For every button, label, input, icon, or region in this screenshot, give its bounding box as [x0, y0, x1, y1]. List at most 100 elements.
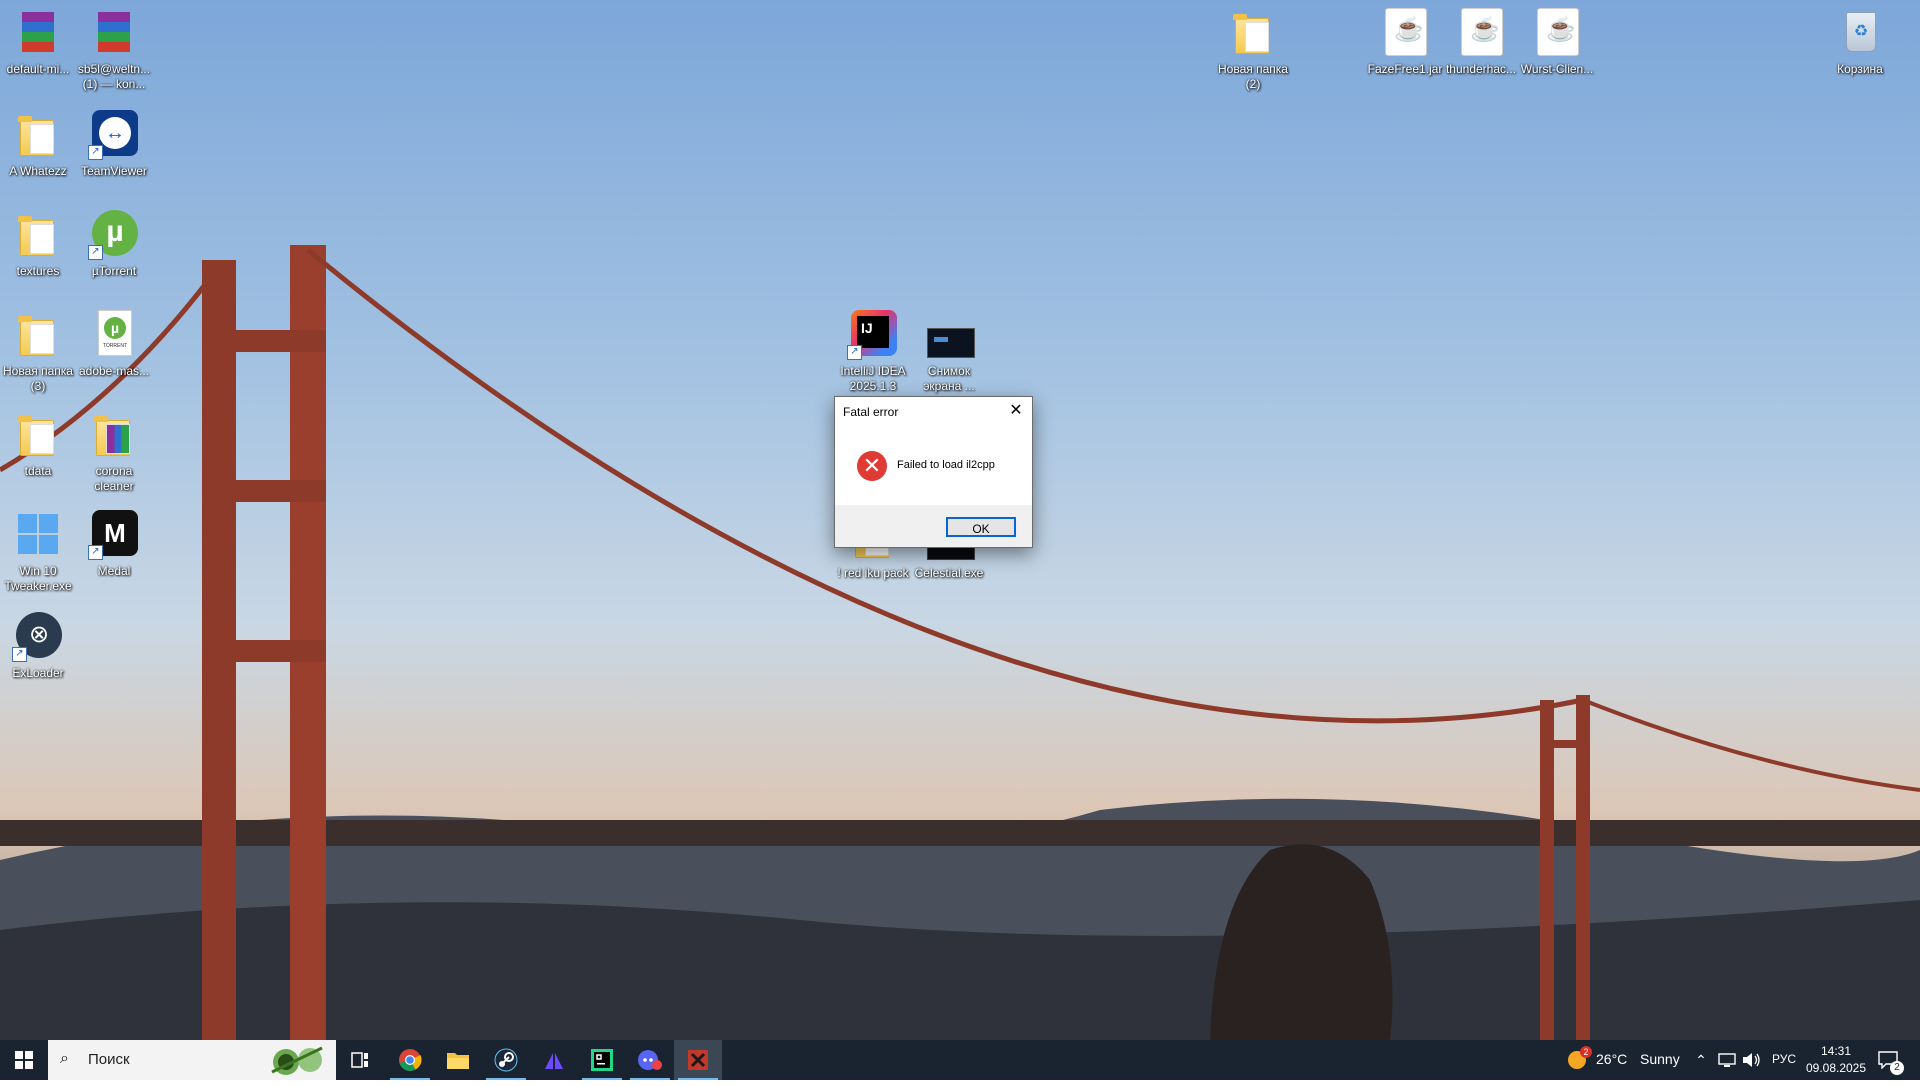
desktop-icon-label: Wurst-Clien...: [1520, 62, 1594, 76]
desktop-icon-corona-cleaner[interactable]: corona cleaner: [76, 410, 152, 494]
start-button[interactable]: [0, 1040, 48, 1080]
task-view-button[interactable]: [336, 1040, 384, 1080]
desktop-icon-screenshot[interactable]: Снимок экрана ...: [911, 310, 987, 394]
desktop-icon-label: Celestial.exe: [914, 566, 984, 580]
torrent-file-icon: µ TORRENT: [98, 310, 132, 356]
image-file-icon: [927, 328, 975, 358]
desktop-icon-label: Корзина: [1837, 62, 1883, 76]
windows-start-icon: [15, 1051, 33, 1069]
triangle-app-icon: [545, 1051, 563, 1069]
winrar-archive-icon: [98, 12, 130, 52]
taskbar-error-app[interactable]: [674, 1040, 722, 1080]
dialog-message: Failed to load il2cpp: [897, 459, 995, 471]
search-highlight-image: [264, 1042, 330, 1078]
desktop-icon-exloader[interactable]: ⊗ ↗ ExLoader: [0, 612, 76, 681]
steam-icon: [494, 1048, 518, 1072]
clock[interactable]: 14:31 09.08.2025: [1800, 1040, 1872, 1080]
java-jar-icon: ☕: [1537, 8, 1579, 56]
red-app-icon: [688, 1050, 708, 1070]
desktop-icon-win10-tweaker[interactable]: Win 10 Tweaker.exe: [0, 510, 76, 594]
close-icon[interactable]: ✕: [1006, 401, 1026, 421]
desktop-icon-default-mi[interactable]: default-mi...: [0, 8, 76, 77]
error-icon: ✕: [857, 451, 887, 481]
search-placeholder: Поиск: [88, 1051, 130, 1068]
desktop-icon-label: IntelliJ IDEA 2025.1.3: [840, 364, 906, 393]
desktop-icon-label: thunderhac...: [1445, 62, 1517, 76]
desktop-icon-label: tdata: [24, 464, 52, 478]
dialog-title: Fatal error: [843, 405, 899, 419]
clock-date: 09.08.2025: [1805, 1061, 1867, 1075]
notification-badge: 2: [1890, 1061, 1904, 1075]
desktop-icon-label: TeamViewer: [81, 164, 147, 178]
desktop-icon-label: ! red iku pack: [837, 566, 909, 580]
desktop-icon-label: adobe-mas...: [78, 364, 150, 378]
taskbar-chrome[interactable]: [386, 1040, 434, 1080]
desktop-icon-recycle-bin[interactable]: ♻ Корзина: [1822, 8, 1898, 77]
desktop-icon-label: Medal: [97, 564, 131, 578]
folder-icon: [94, 416, 130, 456]
notification-center-button[interactable]: 2: [1874, 1040, 1920, 1080]
folder-icon: [18, 216, 54, 256]
volume-icon[interactable]: [1742, 1052, 1762, 1068]
desktop-icon-label: FazeFree1.jar: [1367, 62, 1443, 76]
discord-icon: [638, 1050, 662, 1070]
desktop-icon-label: sb5l@weltn... (1) — kon...: [77, 62, 151, 91]
desktop-icon-a-whatezz[interactable]: A Whatezz: [0, 110, 76, 179]
desktop-icon-label: default-mi...: [6, 62, 70, 76]
fatal-error-dialog: Fatal error ✕ ✕ Failed to load il2cpp OK: [834, 396, 1033, 548]
taskbar: ⌕ Поиск 2 26°C Sunny ⌃ РУС 14:31 09.08.2…: [0, 1040, 1920, 1080]
desktop-icon-label: corona cleaner: [94, 464, 134, 493]
desktop-icon-thunderhack[interactable]: ☕ thunderhac...: [1443, 8, 1519, 77]
desktop-icon-new-folder-3[interactable]: Новая папка (3): [0, 310, 76, 394]
desktop-icon-label: Win 10 Tweaker.exe: [4, 564, 72, 593]
desktop-icon-tdata[interactable]: tdata: [0, 410, 76, 479]
desktop-icon-fazefree-jar[interactable]: ☕ FazeFree1.jar: [1367, 8, 1443, 77]
desktop-icon-label: Новая папка (3): [3, 364, 73, 393]
taskbar-search-box[interactable]: ⌕ Поиск: [48, 1040, 336, 1080]
desktop-icon-label: ExLoader: [12, 666, 64, 680]
winrar-archive-icon: [22, 12, 54, 52]
desktop-icon-sb5l-archive[interactable]: sb5l@weltn... (1) — kon...: [76, 8, 152, 92]
desktop-icon-teamviewer[interactable]: ↔ ↗ TeamViewer: [76, 110, 152, 179]
taskbar-file-explorer[interactable]: [434, 1040, 482, 1080]
folder-icon: [18, 316, 54, 356]
clock-time: 14:31: [1820, 1044, 1852, 1058]
desktop-icon-utorrent[interactable]: µ ↗ µTorrent: [76, 210, 152, 279]
chevron-up-icon[interactable]: ⌃: [1694, 1050, 1708, 1070]
desktop-icon-adobe-torrent[interactable]: µ TORRENT adobe-mas...: [76, 310, 152, 379]
recycle-bin-icon: ♻: [1846, 12, 1876, 52]
desktop-icon-label: Снимок экрана ...: [923, 364, 975, 393]
chrome-icon: [399, 1049, 422, 1071]
taskbar-pycharm[interactable]: [578, 1040, 626, 1080]
language-indicator[interactable]: РУС: [1772, 1052, 1796, 1066]
desktop-icon-label: Новая папка (2): [1218, 62, 1288, 91]
pycharm-icon: [591, 1049, 613, 1071]
taskbar-steam[interactable]: [482, 1040, 530, 1080]
folder-icon: [18, 416, 54, 456]
network-icon[interactable]: [1718, 1052, 1736, 1068]
java-jar-icon: ☕: [1385, 8, 1427, 56]
desktop-icon-label: textures: [16, 264, 60, 278]
ok-button[interactable]: OK: [946, 517, 1016, 537]
taskbar-proton-vpn[interactable]: [530, 1040, 578, 1080]
windows-logo-icon: [18, 514, 58, 554]
file-explorer-icon: [447, 1053, 469, 1069]
desktop-icon-wurst-client[interactable]: ☕ Wurst-Clien...: [1519, 8, 1595, 77]
desktop-icon-new-folder-2[interactable]: Новая папка (2): [1215, 8, 1291, 92]
weather-temp: 26°C: [1596, 1051, 1628, 1067]
folder-icon: [18, 116, 54, 156]
java-jar-icon: ☕: [1461, 8, 1503, 56]
weather-badge: 2: [1580, 1046, 1592, 1058]
weather-condition: Sunny: [1640, 1051, 1680, 1067]
desktop-icon-label: µTorrent: [91, 264, 137, 278]
desktop-icon-intellij-idea[interactable]: IJ ↗ IntelliJ IDEA 2025.1.3: [835, 310, 911, 394]
folder-icon: [1233, 14, 1269, 54]
desktop-icon-medal[interactable]: M ↗ Medal: [76, 510, 152, 579]
task-view-icon: [351, 1052, 368, 1068]
desktop-icon-textures[interactable]: textures: [0, 210, 76, 279]
search-icon: ⌕: [60, 1050, 69, 1067]
desktop-icon-label: A Whatezz: [9, 164, 67, 178]
taskbar-discord[interactable]: [626, 1040, 674, 1080]
dialog-footer: OK: [835, 505, 1032, 547]
weather-widget[interactable]: 2 26°C Sunny: [1564, 1040, 1682, 1080]
